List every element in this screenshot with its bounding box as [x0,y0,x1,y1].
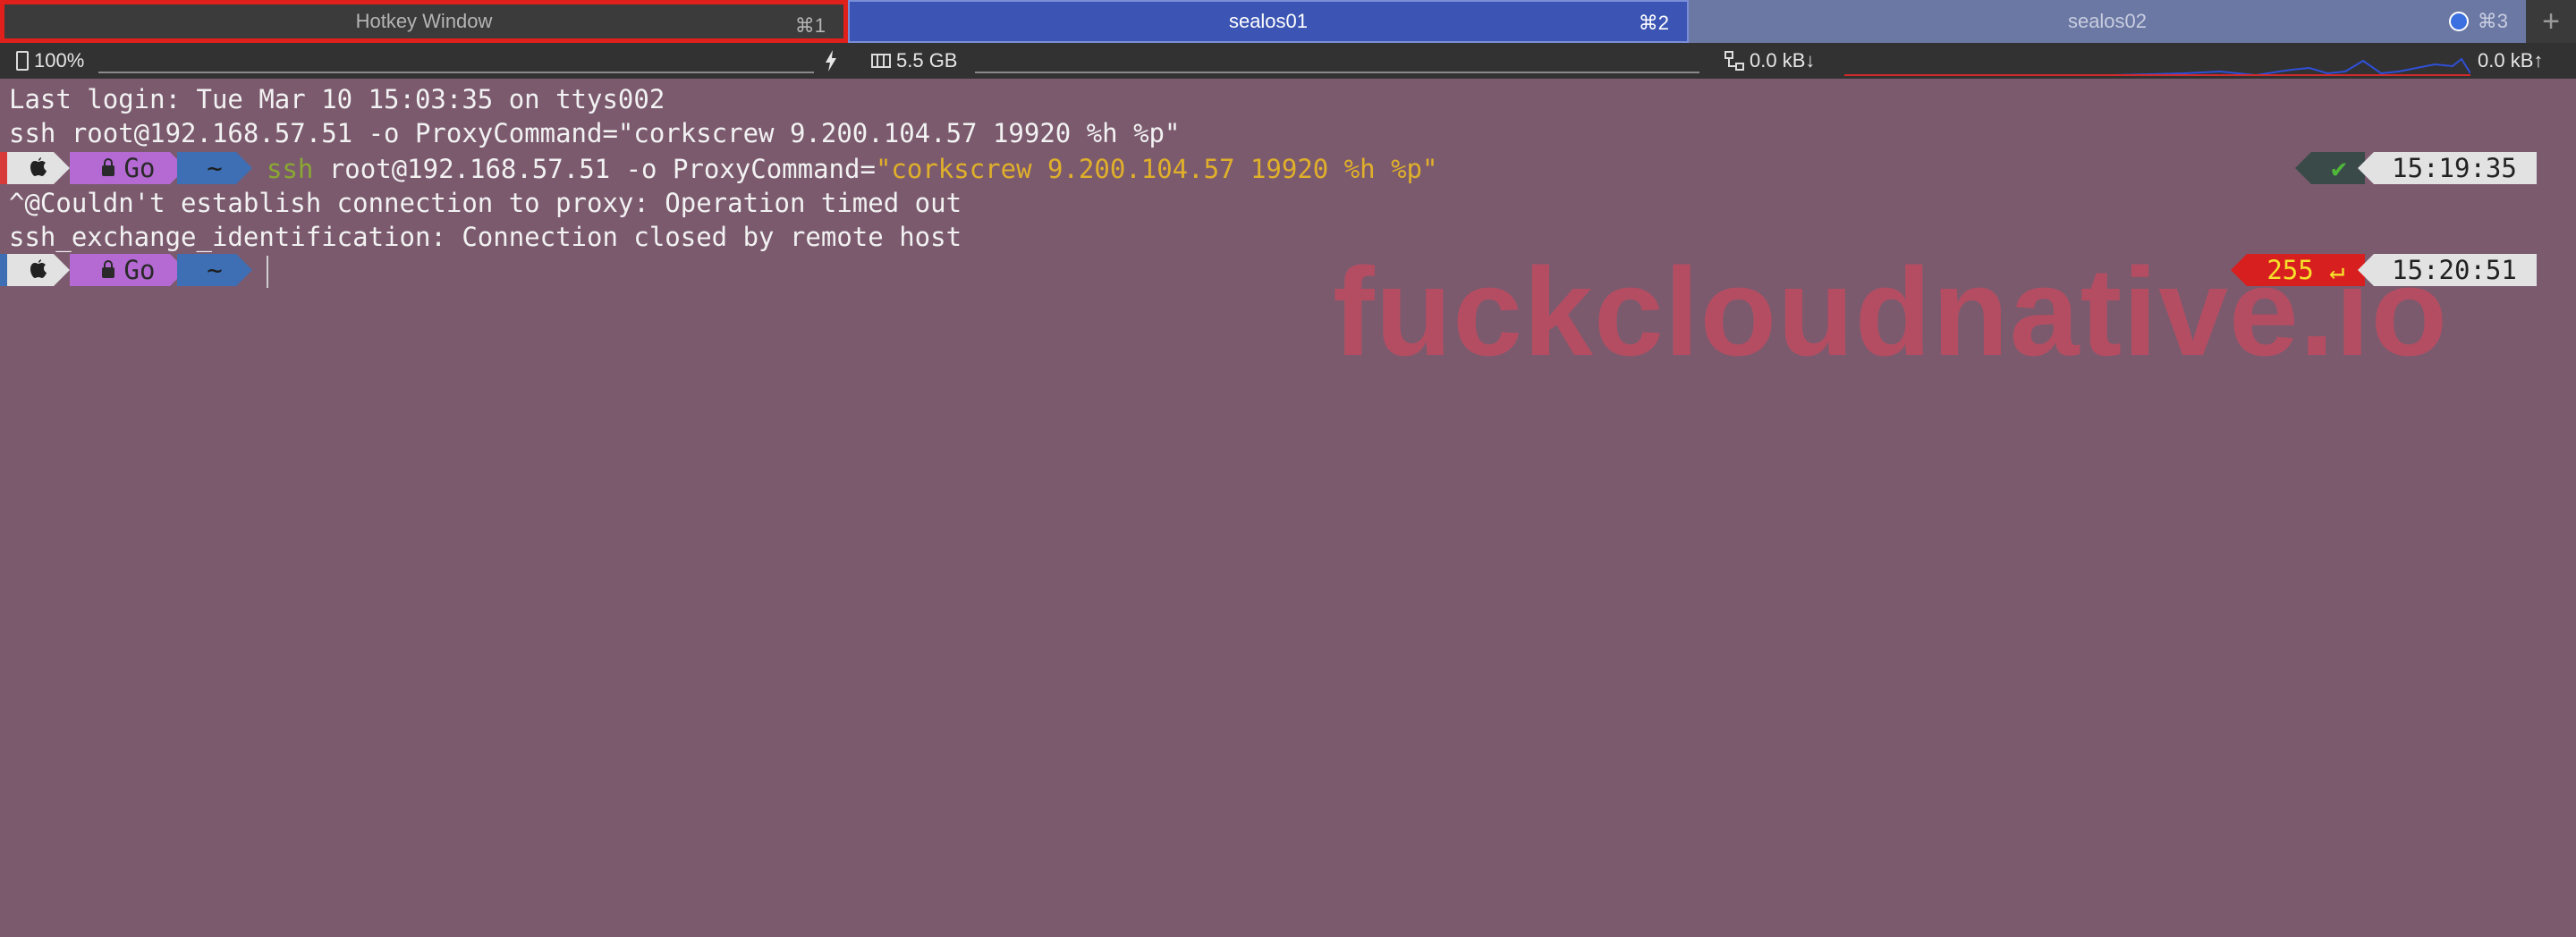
tab-title: sealos01 [1228,10,1309,32]
prompt-os-segment [7,152,70,184]
terminal-line-login: Last login: Tue Mar 10 15:03:35 on ttys0… [9,84,665,114]
lock-icon [101,153,115,183]
terminal-line-closed: ssh_exchange_identification: Connection … [9,222,962,252]
memory-value: 5.5 GB [896,49,958,72]
network-up-status: 0.0 kB↑ [2478,43,2543,79]
memory-gauge [975,72,1699,73]
prompt-os-segment [7,254,70,286]
tab-title: Hotkey Window [355,10,493,32]
tab-bar: Hotkey Window ⌘1 sealos01 ⌘2 sealos02 ⌘3… [0,0,2576,43]
new-tab-button[interactable]: + [2526,0,2576,43]
tab-title: sealos02 [2067,10,2148,32]
apple-icon [30,153,47,183]
battery-gauge [98,72,814,73]
memory-icon [871,54,891,68]
terminal-area[interactable]: fuckcloudnative.io Last login: Tue Mar 1… [0,79,2576,937]
activity-dot-icon [2448,12,2469,31]
exit-code-segment: 255 ↵ [2231,254,2365,286]
prompt-home-label: ~ [207,255,223,285]
terminal-line-command-echo: ssh root@192.168.57.51 -o ProxyCommand="… [9,118,1181,148]
battery-icon [16,51,29,71]
lock-icon [101,255,115,285]
command-args: root@192.168.57.51 -o ProxyCommand= [313,154,876,184]
prompt-time: 15:19:35 [2392,153,2517,183]
tab-shortcut: ⌘3 [2477,10,2508,32]
prompt-home-segment: ~ [177,254,252,286]
command-quoted-arg: "corkscrew 9.200.104.57 19920 %h %p" [875,154,1438,184]
prompt-time: 15:20:51 [2392,255,2517,285]
terminal-line-error: ^@Couldn't establish connection to proxy… [9,188,962,218]
network-down-value: 0.0 kB↓ [1750,49,1816,72]
status-bar: 100% 5.5 GB 0.0 kB↓ 0.0 kB↑ [0,43,2576,79]
prompt-home-label: ~ [207,153,223,183]
tab-shortcut: ⌘2 [1638,12,1669,34]
memory-status: 5.5 GB [871,43,957,79]
network-up-value: 0.0 kB↑ [2478,49,2544,72]
battery-value: 100% [34,49,85,72]
text-cursor [267,256,268,288]
status-ok-segment: ✔ [2295,152,2365,184]
check-icon: ✔ [2331,153,2347,183]
prompt-dir-segment: Go [70,152,186,184]
tab-shortcut: ⌘1 [794,14,826,37]
tab-shortcut-group: ⌘3 [2448,0,2508,43]
tab-hotkey-window[interactable]: Hotkey Window ⌘1 [0,0,848,43]
command-name: ssh [267,154,314,184]
tab-sealos02[interactable]: sealos02 ⌘3 [1689,0,2526,43]
charging-icon [825,43,837,79]
battery-status: 100% [16,43,84,79]
time-segment: 15:20:51 [2358,254,2537,286]
prompt-dir-segment: Go [70,254,186,286]
exit-code: 255 ↵ [2267,255,2345,285]
time-segment: 15:19:35 [2358,152,2537,184]
network-icon [1724,51,1744,71]
network-down-status: 0.0 kB↓ [1724,43,1815,79]
apple-icon [30,255,47,285]
prompt-dir-label: Go [123,153,156,183]
tab-sealos01[interactable]: sealos01 ⌘2 [848,0,1689,43]
network-graph [1844,57,2470,77]
prompt-home-segment: ~ [177,152,252,184]
prompt-dir-label: Go [123,255,156,285]
terminal-command-input: ssh root@192.168.57.51 -o ProxyCommand="… [267,152,1437,186]
